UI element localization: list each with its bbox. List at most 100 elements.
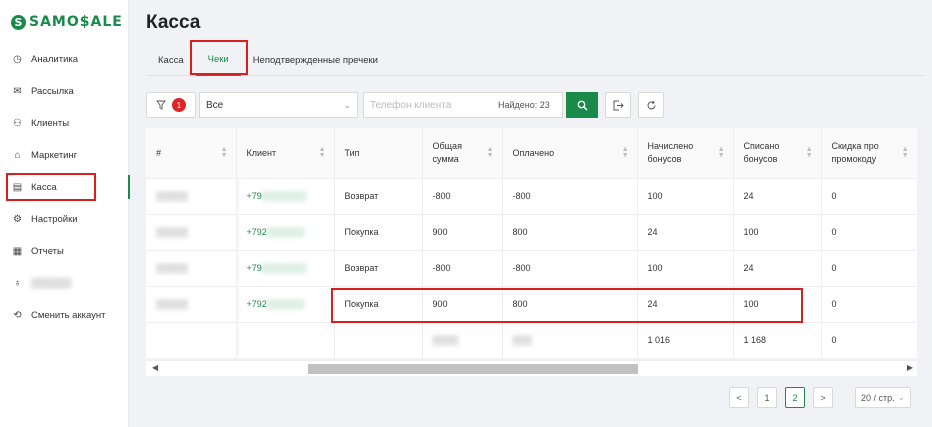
column-header-promo-discount[interactable]: Скидка про промокоду ▲ ▼: [821, 128, 917, 179]
sidebar-item-marketing[interactable]: ⌂ Маркетинг: [0, 139, 129, 171]
cell-discount: 0: [821, 178, 917, 215]
sidebar-item-mailing[interactable]: ✉ Рассылка: [0, 75, 129, 107]
cell-client[interactable]: +79▒▒▒▒▒▒▒: [236, 250, 335, 287]
scrollbar-thumb[interactable]: [308, 364, 638, 374]
cell-total-sum: ▒▒▒▒: [422, 322, 503, 358]
refresh-button[interactable]: [638, 92, 664, 118]
prev-page-button[interactable]: <: [729, 387, 749, 408]
filter-count-badge: 1: [172, 98, 186, 112]
sort-icon[interactable]: ▲ ▼: [487, 146, 494, 159]
cell-id: ▒▒▒▒▒: [146, 214, 237, 251]
users-icon: ⚇: [13, 117, 22, 129]
column-header-written-off[interactable]: Списано бонусов ▲ ▼: [733, 128, 822, 179]
filter-button[interactable]: 1: [146, 92, 196, 118]
table-row[interactable]: ▒▒▒▒▒ +79▒▒▒▒▒▒▒ Возврат -800 -800 100 2…: [146, 250, 917, 287]
cell-accrued: 100: [637, 250, 734, 287]
next-page-button[interactable]: >: [813, 387, 833, 408]
cell-total: 900: [422, 286, 503, 323]
sort-icon[interactable]: ▲ ▼: [806, 146, 813, 159]
cell-accrued: 100: [637, 178, 734, 215]
sidebar-item-switch-account[interactable]: ⟲ Сменить аккаунт: [0, 299, 129, 331]
column-header-paid[interactable]: Оплачено ▲ ▼: [502, 128, 638, 179]
gear-icon: ⚙: [13, 213, 22, 225]
cell-accrued-sum: 1 016: [637, 322, 734, 358]
cell-id: [146, 322, 237, 358]
sidebar-item-label: Рассылка: [31, 85, 74, 97]
sidebar-item-kassa[interactable]: ▤ Касса: [0, 171, 130, 203]
tab-checks[interactable]: Чеки: [195, 44, 241, 76]
found-count: Найдено: 23: [498, 100, 550, 110]
cell-id: ▒▒▒▒▒: [146, 286, 237, 323]
sidebar-item-analytics[interactable]: ◷ Аналитика: [0, 43, 129, 75]
sidebar-item-label: Клиенты: [31, 117, 70, 129]
cell-total: -800: [422, 178, 503, 215]
brand-logo[interactable]: S SAMO$ALE: [11, 14, 123, 30]
sidebar-item-label: Настройки: [31, 213, 78, 225]
logo-text: SAMO$ALE: [29, 14, 123, 30]
chevron-down-icon: ⌄: [897, 392, 905, 402]
sidebar-nav: ◷ Аналитика ✉ Рассылка ⚇ Клиенты ⌂ Марке…: [0, 43, 130, 331]
table-row[interactable]: ▒▒▒▒▒ +792▒▒▒▒▒▒ Покупка 900 800 24 100 …: [146, 286, 917, 323]
mail-icon: ✉: [13, 85, 22, 97]
filter-icon: [156, 100, 166, 110]
phone-search: Найдено: 23: [363, 92, 563, 118]
cell-client[interactable]: +792▒▒▒▒▒▒: [236, 214, 335, 251]
cell-paid-sum: ▒▒▒: [502, 322, 638, 358]
search-button[interactable]: [566, 92, 598, 118]
tab-unconfirmed-prechecks[interactable]: Неподтвержденные пречеки: [241, 44, 390, 76]
sort-icon[interactable]: ▲ ▼: [622, 146, 629, 159]
bag-icon: ♁: [13, 277, 22, 289]
cell-paid: 800: [502, 286, 638, 323]
sidebar-item-settings[interactable]: ⚙ Настройки: [0, 203, 129, 235]
cell-total: -800: [422, 250, 503, 287]
tabs: Касса Чеки Неподтвержденные пречеки: [146, 44, 924, 76]
table-header-row: # ▲ ▼ Клиент ▲ ▼ Тип Общая сумма ▲ ▼ Оплачено ▲…: [146, 128, 917, 179]
sidebar-item-label: Касса: [31, 181, 57, 193]
cell-paid: 800: [502, 214, 638, 251]
cell-type: [334, 322, 423, 358]
column-header-accrued[interactable]: Начислено бонусов ▲ ▼: [637, 128, 734, 179]
sort-icon[interactable]: ▲ ▼: [221, 146, 228, 159]
cell-type: Возврат: [334, 250, 423, 287]
cell-client[interactable]: +792▒▒▒▒▒▒: [236, 286, 335, 323]
search-icon: [577, 100, 588, 111]
sidebar-item-hidden[interactable]: ♁ ▒▒▒▒▒▒: [0, 267, 129, 299]
scroll-right-icon[interactable]: ▶: [907, 363, 913, 372]
sidebar-item-label: Аналитика: [31, 53, 79, 65]
column-header-client[interactable]: Клиент ▲ ▼: [236, 128, 335, 179]
page-2-button[interactable]: 2: [785, 387, 805, 408]
export-button[interactable]: [605, 92, 631, 118]
cell-paid: -800: [502, 178, 638, 215]
page-title: Касса: [146, 12, 201, 33]
scroll-left-icon[interactable]: ◀: [152, 363, 158, 372]
page-size-value: 20 / стр.: [861, 392, 895, 403]
phone-search-input[interactable]: [370, 99, 498, 111]
cell-client: [236, 322, 335, 358]
type-select[interactable]: Все ⌄: [199, 92, 358, 118]
table-summary-row: ▒▒▒▒ ▒▒▒ 1 016 1 168 0: [146, 322, 917, 358]
cell-type: Покупка: [334, 214, 423, 251]
pagination: < 1 2 > 20 / стр. ⌄: [729, 387, 911, 408]
table-row[interactable]: ▒▒▒▒▒ +79▒▒▒▒▒▒▒ Возврат -800 -800 100 2…: [146, 178, 917, 215]
cell-client[interactable]: +79▒▒▒▒▒▒▒: [236, 178, 335, 215]
cell-id: ▒▒▒▒▒: [146, 178, 237, 215]
cell-type: Покупка: [334, 286, 423, 323]
export-icon: [613, 100, 624, 110]
refresh-icon: [647, 100, 655, 109]
sort-icon[interactable]: ▲ ▼: [319, 146, 326, 159]
cell-written-off-sum: 1 168: [733, 322, 822, 358]
tab-kassa[interactable]: Касса: [146, 44, 196, 76]
table-row[interactable]: ▒▒▒▒▒ +792▒▒▒▒▒▒ Покупка 900 800 24 100 …: [146, 214, 917, 251]
page-1-button[interactable]: 1: [757, 387, 777, 408]
sort-icon[interactable]: ▲ ▼: [718, 146, 725, 159]
cell-id: ▒▒▒▒▒: [146, 250, 237, 287]
horizontal-scrollbar[interactable]: ◀ ▶: [146, 360, 917, 376]
sidebar-item-clients[interactable]: ⚇ Клиенты: [0, 107, 129, 139]
column-header-id[interactable]: # ▲ ▼: [146, 128, 237, 179]
page-size-select[interactable]: 20 / стр. ⌄: [855, 387, 911, 408]
sort-icon[interactable]: ▲ ▼: [902, 146, 909, 159]
sidebar-item-reports[interactable]: ▦ Отчеты: [0, 235, 129, 267]
column-header-total[interactable]: Общая сумма ▲ ▼: [422, 128, 503, 179]
chevron-down-icon: ⌄: [343, 99, 351, 110]
cell-discount-sum: 0: [821, 322, 917, 358]
